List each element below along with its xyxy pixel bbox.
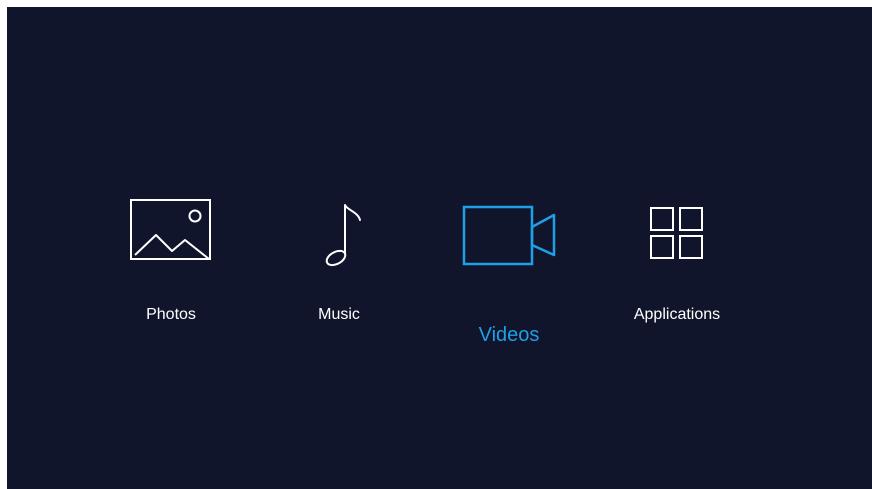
music-note-icon xyxy=(325,204,361,267)
menu-item-applications[interactable]: Applications xyxy=(592,195,762,355)
menu-item-videos[interactable]: Videos xyxy=(424,195,594,355)
menu-item-photos[interactable]: Photos xyxy=(86,195,256,355)
menu-item-label: Applications xyxy=(633,306,721,323)
menu-item-label: Photos xyxy=(146,306,196,323)
menu-item-label: Music xyxy=(318,306,360,323)
media-home-screen: Photos Music Videos Applications xyxy=(7,7,872,489)
video-camera-icon xyxy=(462,205,556,266)
menu-item-label: Videos xyxy=(478,324,540,346)
photo-icon xyxy=(130,199,211,260)
apps-grid-icon xyxy=(650,207,703,259)
menu-item-music[interactable]: Music xyxy=(254,195,424,355)
